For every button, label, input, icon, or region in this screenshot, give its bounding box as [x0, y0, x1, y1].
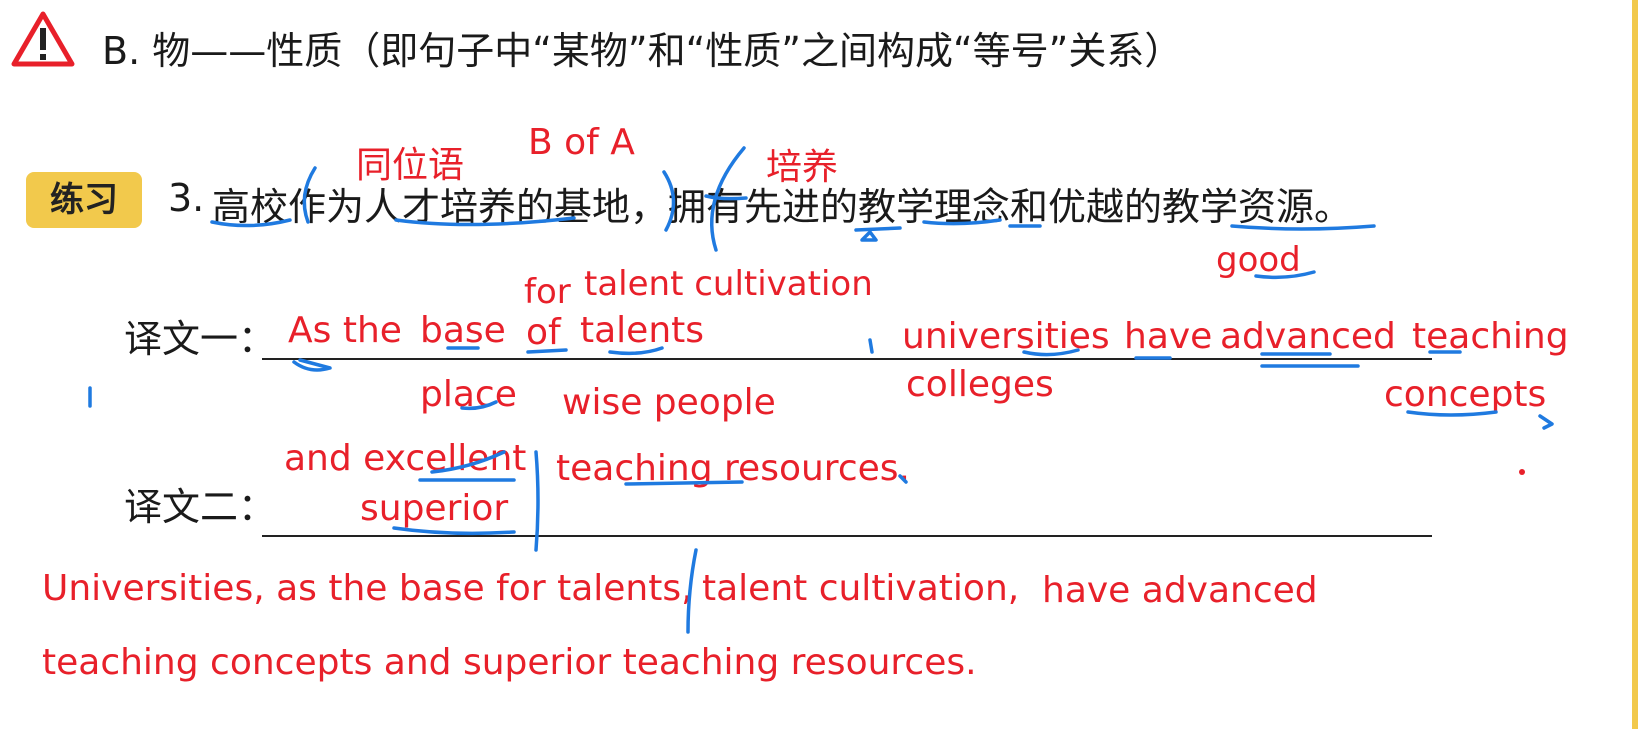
blue-ink-strokes — [88, 146, 1554, 634]
